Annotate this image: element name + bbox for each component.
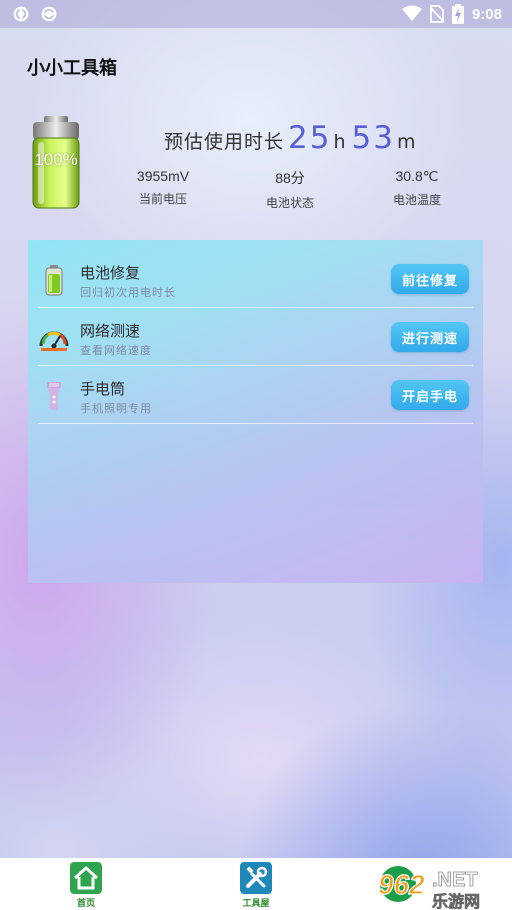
tool-subtitle: 回归初次用电时长	[80, 286, 176, 299]
estimate-hours-unit: h	[333, 131, 346, 153]
stat-label: 电池状态	[265, 196, 314, 210]
battery-icon	[45, 265, 63, 296]
estimate-label: 预估使用时长	[164, 131, 285, 153]
flashlight-button[interactable]: 开启手电	[391, 380, 469, 410]
tool-title: 手电筒	[80, 380, 126, 398]
svg-text:.NET: .NET	[432, 869, 478, 891]
tab-label: 工具屋	[242, 899, 270, 909]
stat-value: 88分	[275, 170, 305, 186]
battery-charging-icon	[451, 4, 464, 24]
tool-title: 网络测速	[80, 322, 141, 340]
tab-tools[interactable]: 工具屋	[226, 862, 286, 909]
stat-temperature: 30.8℃ 电池温度	[362, 168, 472, 208]
tool-row-flashlight: 手电筒 手机照明专用 开启手电	[38, 366, 473, 424]
estimated-usage: 预估使用时长 25 h 53 m	[164, 120, 417, 164]
estimate-minutes: 53	[351, 120, 395, 156]
tools-icon	[240, 862, 272, 894]
stat-voltage: 3955mV 当前电压	[108, 168, 218, 207]
battery-repair-button[interactable]: 前往修复	[391, 264, 469, 294]
tools-panel: 电池修复 回归初次用电时长 前往修复 网络测速 查看网络速度 进行测速 手电筒 …	[28, 240, 483, 583]
page-title: 小小工具箱	[27, 58, 117, 79]
battery-percent: 100%	[34, 150, 78, 169]
tab-label: 首页	[76, 899, 95, 909]
tool-row-battery-repair: 电池修复 回归初次用电时长 前往修复	[38, 250, 473, 308]
svg-text:962: 962	[378, 869, 425, 900]
tool-title: 电池修复	[80, 264, 141, 282]
stat-label: 电池温度	[392, 193, 441, 207]
tool-subtitle: 查看网络速度	[80, 344, 152, 357]
flashlight-icon	[47, 382, 61, 410]
status-bar: 9:08	[0, 0, 512, 28]
stat-value: 3955mV	[136, 168, 190, 184]
wifi-icon	[401, 5, 422, 21]
stat-value: 30.8℃	[395, 168, 439, 184]
app-notification-icon	[13, 6, 29, 22]
tab-home[interactable]: 首页	[56, 862, 116, 909]
speedometer-icon	[39, 331, 69, 351]
estimate-hours: 25	[288, 120, 332, 156]
status-time: 9:08	[471, 5, 502, 23]
stat-label: 当前电压	[138, 192, 187, 206]
speed-test-button[interactable]: 进行测速	[391, 322, 469, 352]
svg-text:乐游网: 乐游网	[432, 892, 480, 910]
app-notification-icon	[41, 6, 57, 22]
site-watermark: 962 .NET 乐游网	[377, 866, 480, 910]
stat-battery-status: 88分 电池状态	[235, 168, 345, 211]
status-bar-notifications	[12, 5, 58, 23]
no-sim-icon	[429, 5, 444, 23]
home-icon	[70, 862, 102, 894]
estimate-minutes-unit: m	[396, 131, 416, 153]
tool-row-speed-test: 网络测速 查看网络速度 进行测速	[38, 308, 473, 366]
tool-subtitle: 手机照明专用	[80, 402, 152, 415]
